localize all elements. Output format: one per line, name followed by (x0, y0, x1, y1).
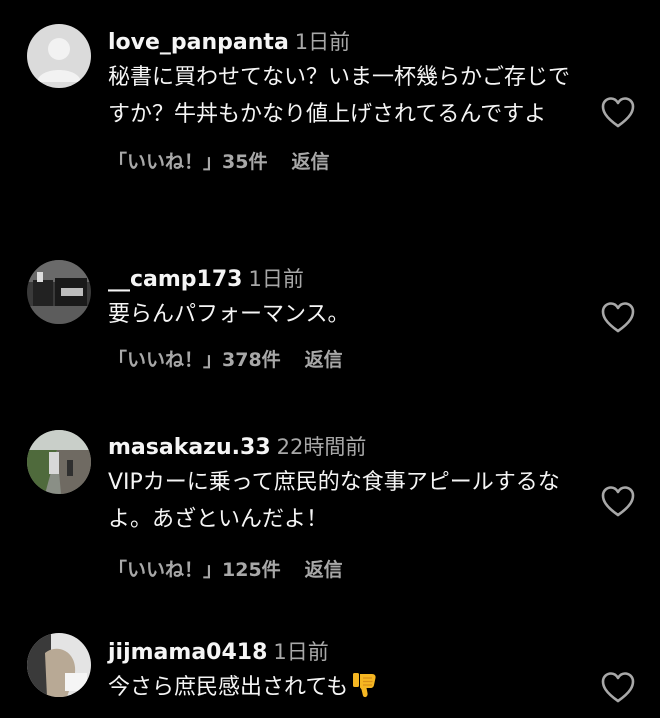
default-avatar-icon (27, 24, 91, 88)
like-count[interactable]: 「いいね！」35件 (108, 151, 267, 173)
reply-button[interactable]: 返信 (305, 349, 343, 371)
timestamp: 1日前 (294, 30, 351, 54)
username[interactable]: masakazu.33 (108, 435, 271, 460)
comment-text: 今さら庶民感出されても (108, 669, 586, 712)
comment-text: VIPカーに乗って庶民的な食事アピールするなよ。あざといんだよ！ (108, 470, 560, 532)
reply-button[interactable]: 返信 (305, 559, 343, 581)
username[interactable]: __camp173 (108, 267, 242, 292)
thumbs-down-icon (350, 670, 380, 712)
timestamp: 1日前 (248, 267, 304, 291)
photo-avatar (27, 633, 91, 697)
like-count[interactable]: 「いいね！」125件 (108, 559, 281, 581)
avatar[interactable] (27, 633, 91, 697)
comment-text: 秘書に買わせてない？いま一杯幾らかご存じですか？牛丼もかなり値上げされてるんです… (108, 65, 571, 127)
like-count[interactable]: 「いいね！」378件 (108, 349, 281, 371)
comment-text: 要らんパフォーマンス。 (108, 302, 350, 327)
avatar[interactable] (27, 24, 91, 88)
username[interactable]: jijmama0418 (108, 640, 267, 665)
camp-photo-avatar (27, 260, 91, 324)
like-heart-icon[interactable] (598, 482, 638, 522)
avatar[interactable] (27, 430, 91, 494)
like-heart-icon[interactable] (598, 298, 638, 338)
like-heart-icon[interactable] (598, 93, 638, 133)
username[interactable]: love_panpanta (108, 30, 289, 55)
street-photo-avatar (27, 430, 91, 494)
like-heart-icon[interactable] (598, 668, 638, 708)
avatar[interactable] (27, 260, 91, 324)
timestamp: 1日前 (273, 640, 329, 664)
comment-text-body: 今さら庶民感出されても (108, 675, 349, 700)
reply-button[interactable]: 返信 (291, 151, 329, 173)
timestamp: 22時間前 (276, 435, 367, 459)
